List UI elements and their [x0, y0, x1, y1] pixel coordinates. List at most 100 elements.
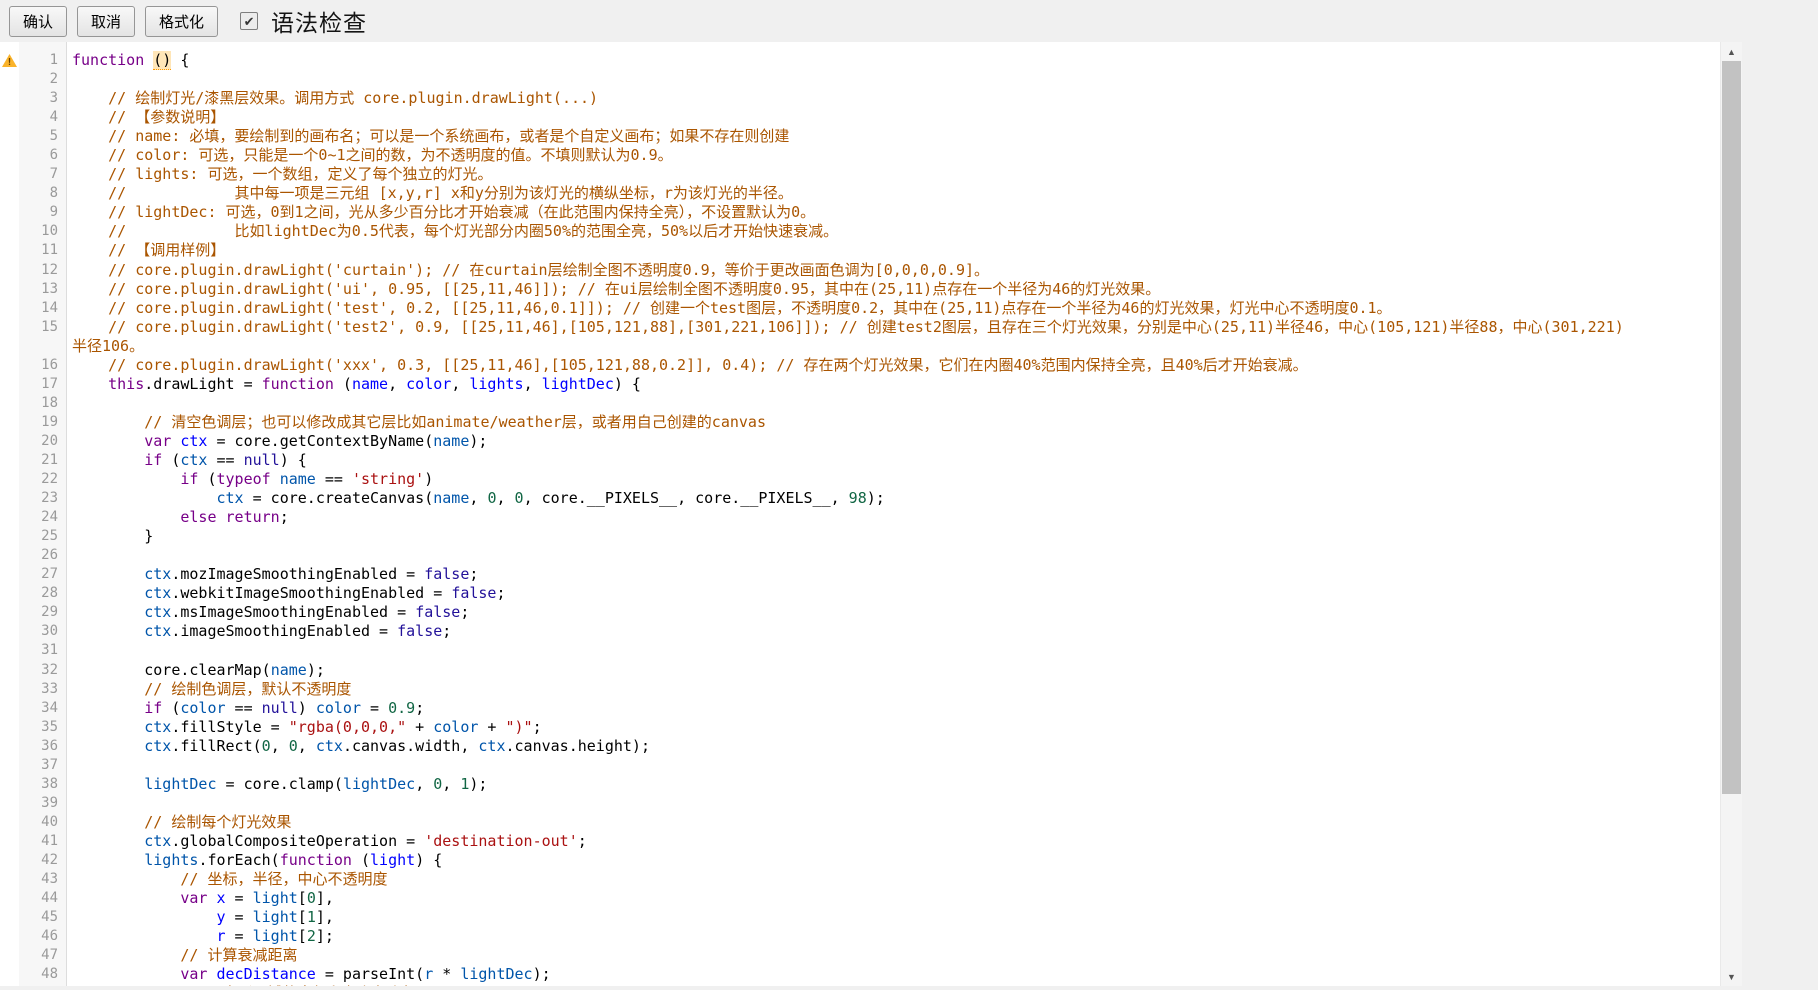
- code-editor[interactable]: !1function () {23 // 绘制灯光/漆黑层效果。调用方式 cor…: [0, 42, 1742, 986]
- code-line[interactable]: 25 }: [0, 527, 1719, 546]
- code-text: lightDec = core.clamp(lightDec, 0, 1);: [67, 775, 1719, 794]
- code-line[interactable]: 27 ctx.mozImageSmoothingEnabled = false;: [0, 565, 1719, 584]
- line-gutter: 16: [0, 356, 67, 375]
- code-line[interactable]: 2: [0, 70, 1719, 89]
- code-text: // color: 可选，只能是一个0~1之间的数，为不透明度的值。不填则默认为…: [67, 146, 1719, 165]
- scrollbar-thumb[interactable]: [1722, 61, 1741, 794]
- code-line[interactable]: 30 ctx.imageSmoothingEnabled = false;: [0, 622, 1719, 641]
- code-line[interactable]: 48 var decDistance = parseInt(r * lightD…: [0, 965, 1719, 984]
- code-line[interactable]: 38 lightDec = core.clamp(lightDec, 0, 1)…: [0, 775, 1719, 794]
- code-line[interactable]: 18: [0, 394, 1719, 413]
- code-line[interactable]: 35 ctx.fillStyle = "rgba(0,0,0," + color…: [0, 718, 1719, 737]
- line-gutter: 26: [0, 546, 67, 565]
- code-text: // 绘制色调层，默认不透明度: [67, 680, 1719, 699]
- code-text: // lightDec: 可选，0到1之间，光从多少百分比才开始衰减（在此范围内…: [67, 203, 1719, 222]
- line-number: 31: [41, 641, 58, 660]
- code-line[interactable]: 26: [0, 546, 1719, 565]
- code-line[interactable]: 4 // 【参数说明】: [0, 108, 1719, 127]
- code-text: ctx.fillStyle = "rgba(0,0,0," + color + …: [67, 718, 1719, 737]
- code-line[interactable]: 14 // core.plugin.drawLight('test', 0.2,…: [0, 299, 1719, 318]
- code-line[interactable]: 22 if (typeof name == 'string'): [0, 470, 1719, 489]
- code-text: // core.plugin.drawLight('test', 0.2, [[…: [67, 299, 1719, 318]
- code-line[interactable]: 40 // 绘制每个灯光效果: [0, 813, 1719, 832]
- line-number: 24: [41, 508, 58, 527]
- code-line[interactable]: 33 // 绘制色调层，默认不透明度: [0, 680, 1719, 699]
- code-line[interactable]: 9 // lightDec: 可选，0到1之间，光从多少百分比才开始衰减（在此范…: [0, 203, 1719, 222]
- line-gutter: 47: [0, 946, 67, 965]
- vertical-scrollbar[interactable]: ▲ ▼: [1720, 42, 1742, 986]
- code-line[interactable]: 32 core.clearMap(name);: [0, 661, 1719, 680]
- code-line[interactable]: 44 var x = light[0],: [0, 889, 1719, 908]
- code-line[interactable]: 42 lights.forEach(function (light) {: [0, 851, 1719, 870]
- code-line[interactable]: 39: [0, 794, 1719, 813]
- code-line[interactable]: 7 // lights: 可选，一个数组，定义了每个独立的灯光。: [0, 165, 1719, 184]
- code-line[interactable]: 49 // 正方形区域的直径和左上角坐标: [0, 984, 1719, 986]
- line-number: 43: [41, 870, 58, 889]
- syntax-check-checkbox[interactable]: ✔: [240, 12, 258, 30]
- line-gutter: 13: [0, 280, 67, 299]
- line-gutter: 19: [0, 413, 67, 432]
- code-text: ctx.webkitImageSmoothingEnabled = false;: [67, 584, 1719, 603]
- code-text: // 比如lightDec为0.5代表，每个灯光部分内圈50%的范围全亮，50%…: [67, 222, 1719, 241]
- code-line[interactable]: 半径106。: [0, 337, 1719, 356]
- code-line[interactable]: !1function () {: [0, 51, 1719, 70]
- code-line[interactable]: 19 // 清空色调层；也可以修改成其它层比如animate/weather层，…: [0, 413, 1719, 432]
- line-gutter: 42: [0, 851, 67, 870]
- code-text: // core.plugin.drawLight('xxx', 0.3, [[2…: [67, 356, 1719, 375]
- line-gutter: 23: [0, 489, 67, 508]
- line-gutter: 4: [0, 108, 67, 127]
- code-line[interactable]: 17 this.drawLight = function (name, colo…: [0, 375, 1719, 394]
- code-line[interactable]: 47 // 计算衰减距离: [0, 946, 1719, 965]
- code-line[interactable]: 15 // core.plugin.drawLight('test2', 0.9…: [0, 318, 1719, 337]
- code-line[interactable]: 13 // core.plugin.drawLight('ui', 0.95, …: [0, 280, 1719, 299]
- code-line[interactable]: 45 y = light[1],: [0, 908, 1719, 927]
- line-number: 41: [41, 832, 58, 851]
- confirm-button[interactable]: 确认: [9, 6, 67, 37]
- code-line[interactable]: 8 // 其中每一项是三元组 [x,y,r] x和y分别为该灯光的横纵坐标，r为…: [0, 184, 1719, 203]
- line-gutter: 39: [0, 794, 67, 813]
- code-line[interactable]: 34 if (color == null) color = 0.9;: [0, 699, 1719, 718]
- line-gutter: 25: [0, 527, 67, 546]
- line-gutter: 31: [0, 641, 67, 660]
- code-line[interactable]: 21 if (ctx == null) {: [0, 451, 1719, 470]
- code-line[interactable]: 24 else return;: [0, 508, 1719, 527]
- line-gutter: 18: [0, 394, 67, 413]
- code-line[interactable]: 10 // 比如lightDec为0.5代表，每个灯光部分内圈50%的范围全亮，…: [0, 222, 1719, 241]
- scrollbar-up-icon[interactable]: ▲: [1721, 43, 1742, 60]
- code-line[interactable]: 29 ctx.msImageSmoothingEnabled = false;: [0, 603, 1719, 622]
- code-line[interactable]: 43 // 坐标，半径，中心不透明度: [0, 870, 1719, 889]
- line-number: 46: [41, 927, 58, 946]
- code-line[interactable]: 37: [0, 756, 1719, 775]
- scrollbar-down-icon[interactable]: ▼: [1721, 968, 1742, 985]
- code-line[interactable]: 28 ctx.webkitImageSmoothingEnabled = fal…: [0, 584, 1719, 603]
- line-number: 7: [50, 165, 58, 184]
- code-line[interactable]: 6 // color: 可选，只能是一个0~1之间的数，为不透明度的值。不填则默…: [0, 146, 1719, 165]
- code-line[interactable]: 3 // 绘制灯光/漆黑层效果。调用方式 core.plugin.drawLig…: [0, 89, 1719, 108]
- code-text: [67, 641, 1719, 660]
- code-line[interactable]: 11 // 【调用样例】: [0, 241, 1719, 260]
- code-text: // core.plugin.drawLight('ui', 0.95, [[2…: [67, 280, 1719, 299]
- code-line[interactable]: 41 ctx.globalCompositeOperation = 'desti…: [0, 832, 1719, 851]
- code-line[interactable]: 20 var ctx = core.getContextByName(name)…: [0, 432, 1719, 451]
- code-line[interactable]: 23 ctx = core.createCanvas(name, 0, 0, c…: [0, 489, 1719, 508]
- line-number: 32: [41, 661, 58, 680]
- line-number: 29: [41, 603, 58, 622]
- code-line[interactable]: 36 ctx.fillRect(0, 0, ctx.canvas.width, …: [0, 737, 1719, 756]
- code-line[interactable]: 31: [0, 641, 1719, 660]
- code-line[interactable]: 5 // name: 必填，要绘制到的画布名；可以是一个系统画布，或者是个自定义…: [0, 127, 1719, 146]
- code-line[interactable]: 46 r = light[2];: [0, 927, 1719, 946]
- code-line[interactable]: 16 // core.plugin.drawLight('xxx', 0.3, …: [0, 356, 1719, 375]
- line-number: 27: [41, 565, 58, 584]
- line-gutter: 20: [0, 432, 67, 451]
- line-gutter: 10: [0, 222, 67, 241]
- line-number: 15: [41, 318, 58, 337]
- line-gutter: 21: [0, 451, 67, 470]
- line-gutter: 5: [0, 127, 67, 146]
- code-text: // core.plugin.drawLight('curtain'); // …: [67, 261, 1719, 280]
- code-text: if (ctx == null) {: [67, 451, 1719, 470]
- cancel-button[interactable]: 取消: [77, 6, 135, 37]
- line-number: 23: [41, 489, 58, 508]
- format-button[interactable]: 格式化: [145, 6, 218, 37]
- code-line[interactable]: 12 // core.plugin.drawLight('curtain'); …: [0, 261, 1719, 280]
- line-gutter: 22: [0, 470, 67, 489]
